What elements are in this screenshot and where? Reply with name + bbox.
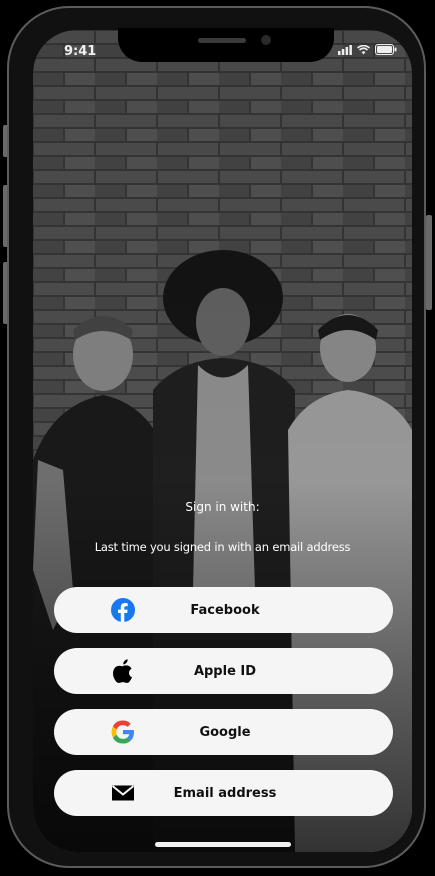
apple-id-label: Apple ID — [193, 663, 257, 679]
sign-in-title: Sign in with: — [185, 500, 260, 514]
speaker-grille — [198, 38, 246, 43]
facebook-label: Facebook — [190, 602, 260, 618]
device-notch — [118, 28, 334, 62]
status-time: 9:41 — [64, 44, 97, 59]
wifi-icon — [357, 44, 370, 54]
home-indicator[interactable] — [155, 842, 291, 847]
google-sign-in-button[interactable]: Google — [54, 709, 393, 755]
front-camera — [261, 35, 271, 45]
battery-icon — [375, 44, 397, 55]
email-address-label: Email address — [173, 785, 277, 801]
last-sign-in-notice: Last time you signed in with an email ad… — [94, 540, 351, 554]
power-button — [426, 215, 432, 310]
facebook-sign-in-button[interactable]: Facebook — [54, 587, 393, 633]
google-label: Google — [199, 724, 251, 740]
status-icons — [338, 44, 397, 55]
email-sign-in-button[interactable]: Email address — [54, 770, 393, 816]
cellular-signal-icon — [338, 44, 352, 55]
apple-id-sign-in-button[interactable]: Apple ID — [54, 648, 393, 694]
